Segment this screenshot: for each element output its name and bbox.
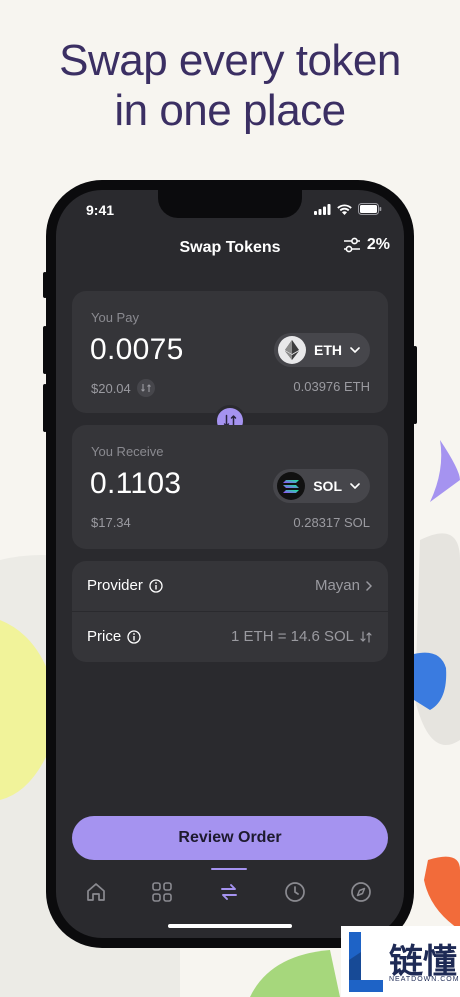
invert-price-icon[interactable] — [360, 630, 372, 643]
status-icons — [314, 203, 382, 215]
phone-volume-down — [43, 384, 47, 432]
provider-value: Mayan — [315, 577, 372, 594]
phone-side-button — [43, 272, 47, 298]
home-indicator — [168, 924, 292, 928]
chevron-right-icon — [366, 580, 372, 591]
watermark-logo-icon — [349, 932, 383, 992]
battery-icon — [358, 203, 382, 215]
phone-frame: 9:41 Swap Tokens 2% You Pay 0.0075 ETH $… — [43, 180, 417, 948]
eth-logo-icon — [278, 336, 306, 364]
provider-row[interactable]: Provider Mayan — [72, 561, 388, 612]
swap-arrows-icon — [140, 384, 151, 392]
app-header: Swap Tokens 2% — [56, 228, 404, 268]
sol-logo-icon — [277, 472, 306, 500]
info-icon[interactable] — [149, 578, 163, 593]
toggle-currency-button[interactable] — [136, 379, 155, 397]
pay-amount-input[interactable]: 0.0075 — [90, 333, 184, 367]
nav-apps[interactable] — [140, 874, 184, 910]
bottom-nav — [56, 868, 404, 918]
nav-active-indicator — [211, 868, 247, 870]
receive-token-selector[interactable]: SOL — [273, 469, 370, 503]
marketing-headline: Swap every token in one place — [0, 36, 460, 136]
slippage-value: 2% — [366, 236, 390, 253]
pay-token-selector[interactable]: ETH — [274, 333, 370, 367]
compass-icon — [351, 882, 371, 902]
provider-label: Provider — [87, 577, 163, 594]
pay-balance: 0.03976 ETH — [293, 379, 370, 394]
receive-amount: 0.1103 — [90, 467, 182, 500]
headline-line-1: Swap every token — [59, 36, 401, 85]
provider-label-text: Provider — [87, 577, 143, 594]
review-order-button[interactable]: Review Order — [72, 816, 388, 860]
signal-icon — [314, 203, 331, 215]
grid-icon — [152, 882, 172, 902]
pay-card: You Pay 0.0075 ETH $20.04 0.03976 ETH — [72, 291, 388, 413]
pay-token-symbol: ETH — [314, 342, 342, 358]
phone-power-button — [413, 346, 417, 424]
details-card: Provider Mayan Price 1 ETH = 14.6 SOL — [72, 561, 388, 662]
price-label-text: Price — [87, 628, 122, 645]
nav-home[interactable] — [74, 874, 118, 910]
watermark: 链懂 NEATDOWN.COM — [341, 926, 460, 997]
home-icon — [87, 883, 105, 901]
clock-icon — [285, 882, 305, 902]
wifi-icon — [337, 203, 352, 215]
nav-swap[interactable] — [207, 874, 251, 910]
price-row: Price 1 ETH = 14.6 SOL — [72, 612, 388, 662]
headline-line-2: in one place — [114, 86, 346, 135]
pay-label: You Pay — [91, 310, 139, 325]
chevron-down-icon — [350, 483, 360, 489]
price-value: 1 ETH = 14.6 SOL — [231, 628, 372, 645]
receive-label: You Receive — [91, 444, 164, 459]
chevron-down-icon — [350, 347, 360, 353]
provider-value-text: Mayan — [314, 577, 360, 594]
receive-token-symbol: SOL — [313, 478, 342, 494]
receive-fiat-value: $17.34 — [91, 515, 131, 530]
phone-notch — [158, 190, 302, 218]
pay-fiat-value: $20.04 — [91, 379, 155, 397]
app-screen: 9:41 Swap Tokens 2% You Pay 0.0075 ETH $… — [56, 190, 404, 938]
sliders-icon — [343, 237, 360, 253]
swap-icon — [221, 884, 237, 900]
price-value-text: 1 ETH = 14.6 SOL — [231, 628, 354, 645]
phone-volume-up — [43, 326, 47, 374]
status-time: 9:41 — [86, 202, 115, 218]
slippage-settings-button[interactable]: 2% — [343, 236, 390, 254]
watermark-subtext: NEATDOWN.COM — [389, 976, 460, 983]
nav-explore[interactable] — [339, 874, 383, 910]
receive-balance: 0.28317 SOL — [293, 515, 370, 530]
receive-card: You Receive 0.1103 SOL $17.34 0.28317 SO… — [72, 425, 388, 549]
info-icon[interactable] — [127, 629, 141, 644]
nav-history[interactable] — [273, 874, 317, 910]
price-label: Price — [87, 628, 141, 645]
pay-fiat-text: $20.04 — [91, 380, 131, 396]
